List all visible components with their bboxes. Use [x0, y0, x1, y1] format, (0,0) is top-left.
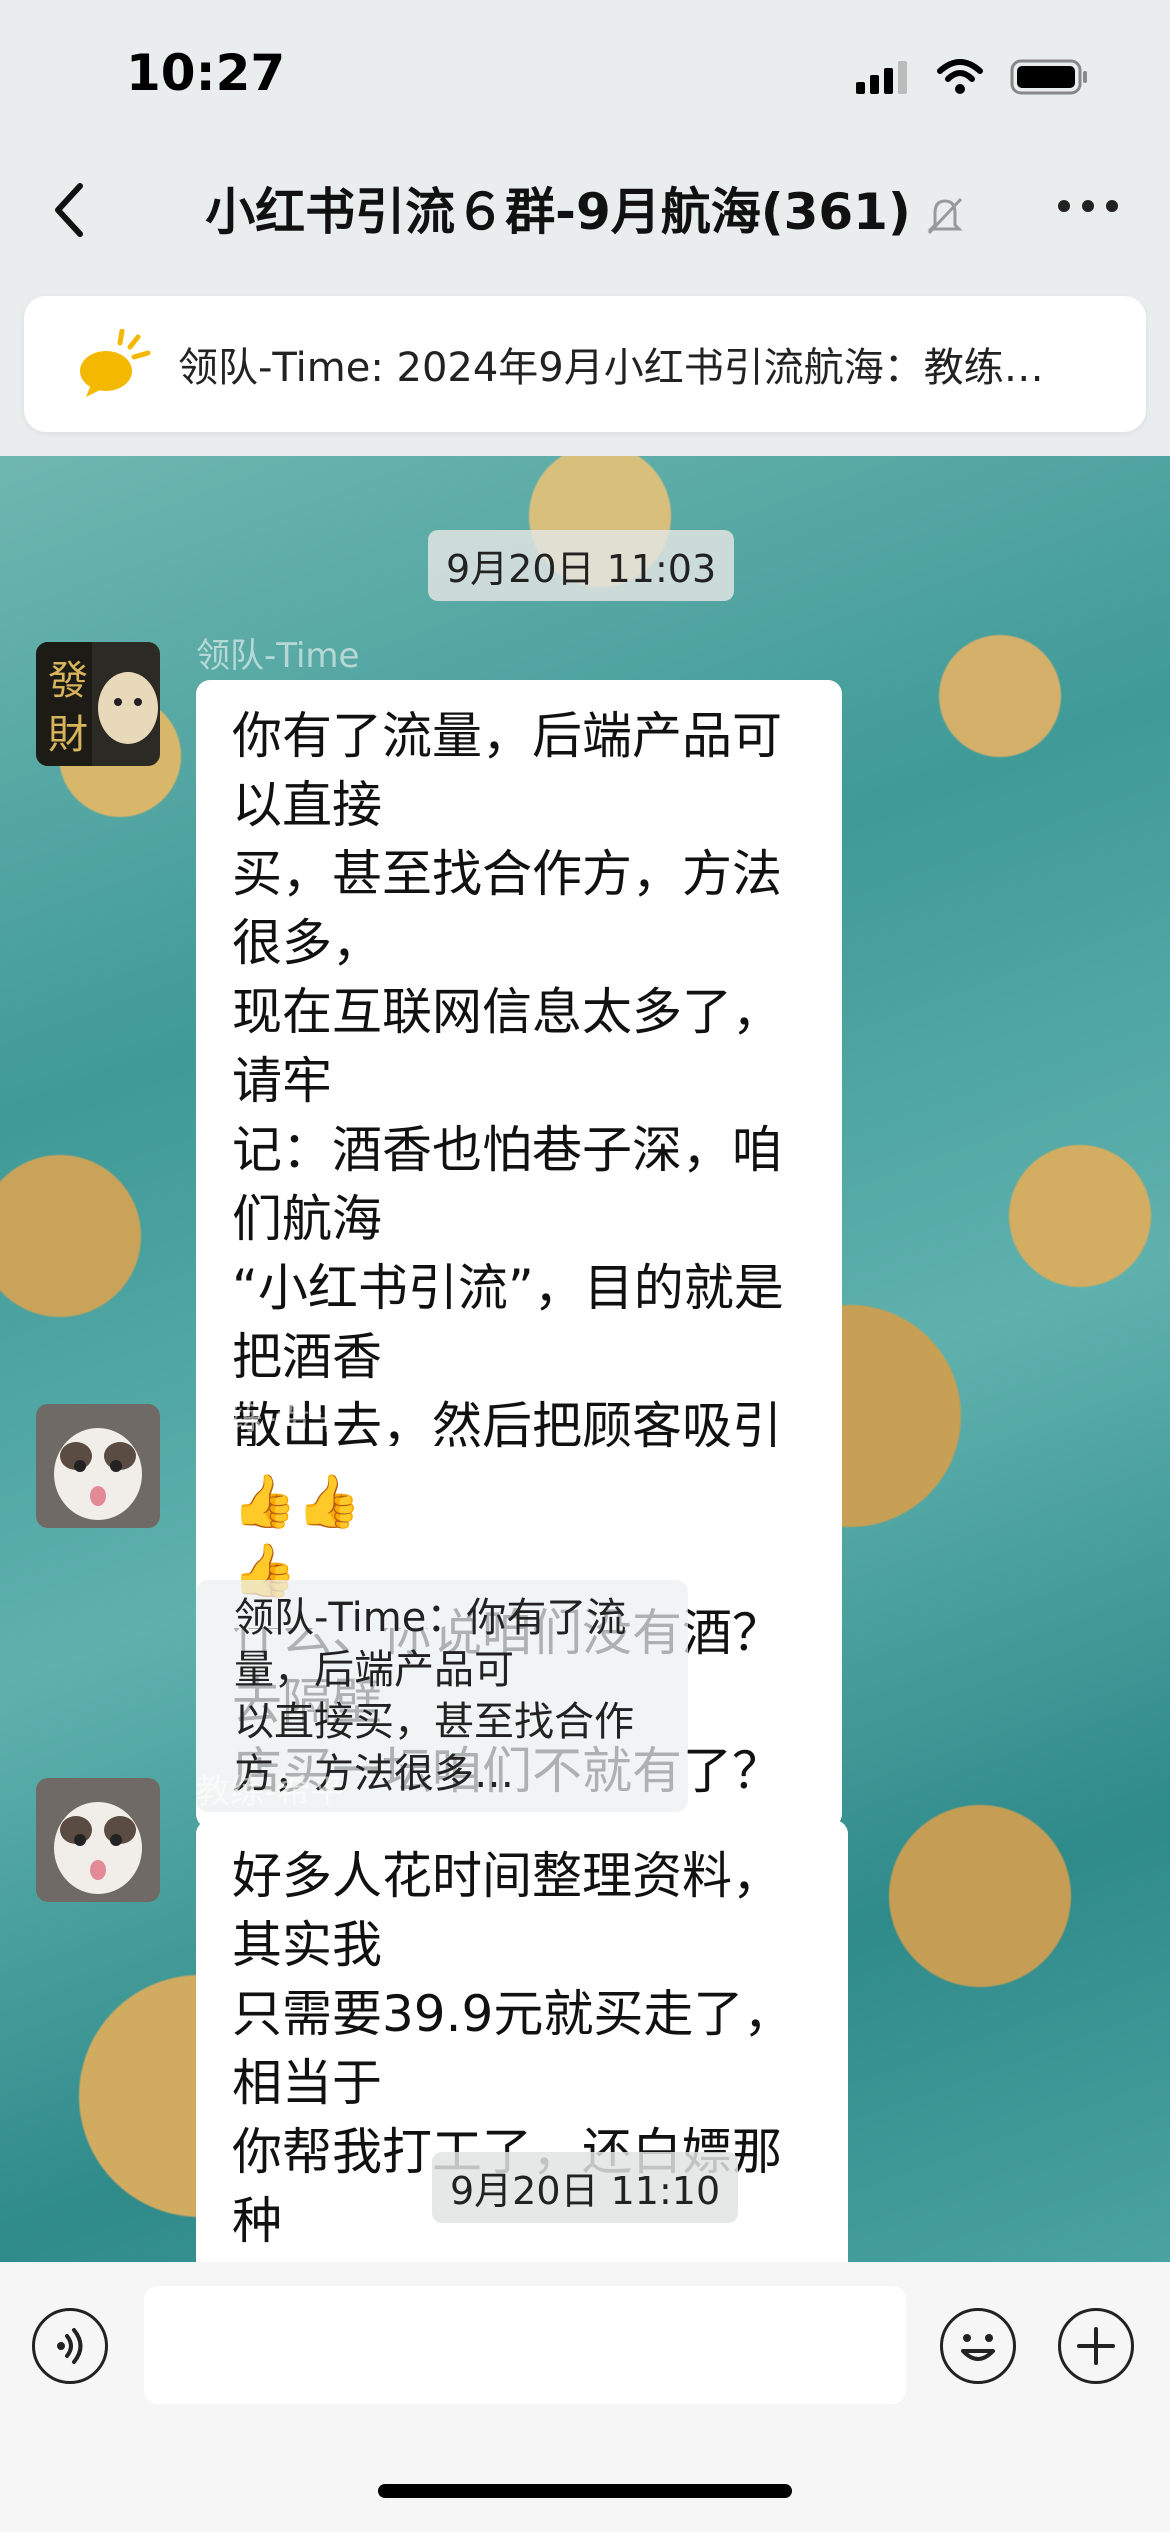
- voice-icon: [57, 2328, 83, 2364]
- avatar-image: [36, 1404, 160, 1528]
- cellular-signal-icon: [856, 61, 907, 94]
- bell-slash-icon: [927, 197, 963, 234]
- smiley-icon: [961, 2334, 995, 2361]
- quote-line: 领队-Time：你有了流量，后端产品可: [234, 1595, 627, 1693]
- chat-area[interactable]: 9月20日 11:03 發 財 领队-Time 你有了流量，后端产品可以直接 买…: [0, 456, 1170, 2262]
- megaphone-icon: [80, 329, 151, 397]
- sender-name: 领队-Time: [196, 636, 360, 676]
- status-icons: [854, 58, 1090, 96]
- message-input[interactable]: [144, 2286, 906, 2404]
- message-line: 好多人花时间整理资料，其实我: [232, 1847, 782, 1974]
- home-indicator[interactable]: [378, 2484, 792, 2498]
- avatar[interactable]: [36, 1404, 160, 1528]
- sender-name: 教练-希平: [196, 1772, 345, 1812]
- chat-title: 小红书引流６群-9月航海(361): [205, 183, 911, 241]
- avatar[interactable]: [36, 1778, 160, 1902]
- sender-name: 教练-希平: [196, 1398, 345, 1438]
- message-line: 只需要39.9元就买走了，相当于: [232, 1985, 794, 2112]
- message-line: 你有了流量，后端产品可以直接: [232, 707, 782, 834]
- add-button[interactable]: [1058, 2308, 1134, 2384]
- timestamp: 9月20日 11:10: [432, 2152, 739, 2223]
- timestamp: 9月20日 11:03: [428, 530, 735, 601]
- message-line: 买，甚至找合作方，方法很多，: [232, 845, 782, 972]
- message-line: “小红书引流”，目的就是把酒香: [232, 1259, 784, 1386]
- message-line: 现在互联网信息太多了，请牢: [232, 983, 782, 1110]
- nav-bar: 小红书引流６群-9月航海(361): [0, 150, 1170, 270]
- avatar-image: [36, 1778, 160, 1902]
- group-announcement[interactable]: 领队-Time: 2024年9月小红书引流航海：教练…: [24, 296, 1146, 432]
- message-line: 记：酒香也怕巷子深，咱们航海: [232, 1121, 782, 1248]
- avatar-image: 發 財: [36, 642, 160, 766]
- emoji-button[interactable]: [940, 2308, 1016, 2384]
- more-dots-icon[interactable]: [1058, 200, 1118, 212]
- chat-title-row[interactable]: 小红书引流６群-9月航海(361): [0, 172, 1170, 244]
- voice-button[interactable]: [32, 2308, 108, 2384]
- status-time: 10:27: [126, 44, 286, 102]
- svg-text:財: 財: [48, 712, 88, 758]
- input-bar: [0, 2262, 1170, 2532]
- plus-icon: [1077, 2327, 1115, 2365]
- avatar[interactable]: 發 財: [36, 642, 160, 766]
- svg-text:發: 發: [48, 658, 88, 704]
- announcement-text: 领队-Time: 2024年9月小红书引流航海：教练…: [178, 345, 1044, 391]
- status-bar: 10:27: [0, 0, 1170, 150]
- wifi-icon: [937, 59, 983, 94]
- battery-icon: [1010, 59, 1087, 95]
